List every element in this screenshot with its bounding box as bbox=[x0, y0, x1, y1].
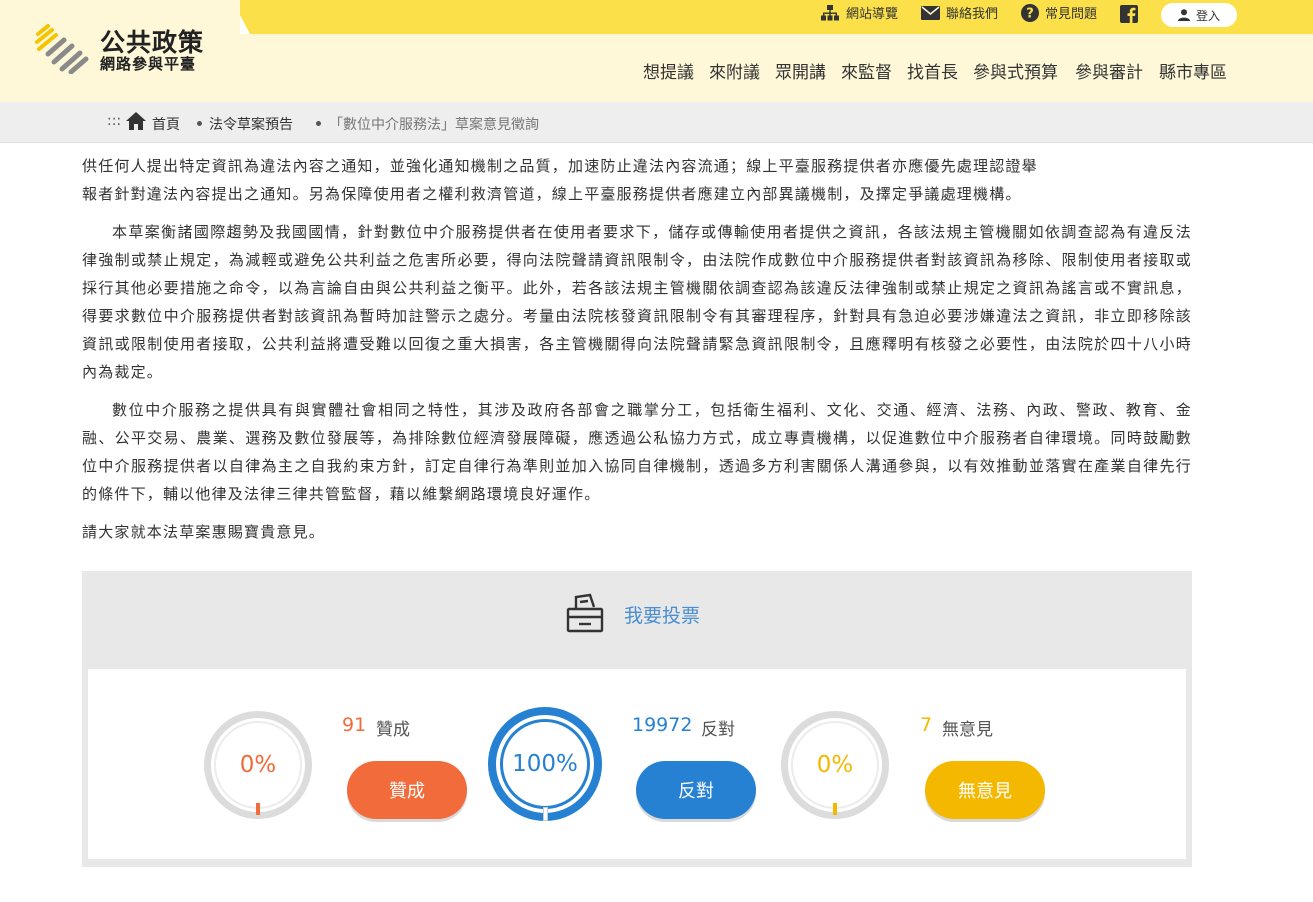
nav-item-propose[interactable]: 想提議 bbox=[643, 58, 694, 83]
facebook-link[interactable] bbox=[1120, 5, 1144, 23]
nav-item-supervise[interactable]: 來監督 bbox=[841, 58, 892, 83]
user-icon bbox=[1177, 9, 1190, 21]
oppose-gauge: 100% bbox=[488, 707, 602, 821]
breadcrumb: ::: 首頁 法令草案預告 「數位中介服務法」草案意見徵詢 bbox=[0, 102, 1313, 143]
site-subtitle: 網路參與平臺 bbox=[100, 55, 197, 73]
nav-item-budget[interactable]: 參與式預算 bbox=[973, 58, 1058, 83]
contact-link[interactable]: 聯絡我們 bbox=[921, 3, 998, 22]
neutral-button[interactable]: 無意見 bbox=[925, 761, 1045, 819]
breadcrumb-drafts[interactable]: 法令草案預告 bbox=[209, 114, 293, 134]
question-circle-icon: ? bbox=[1021, 3, 1039, 22]
agree-count-label: 贊成 bbox=[376, 720, 410, 740]
svg-text:?: ? bbox=[1026, 6, 1034, 21]
article-paragraph-2: 數位中介服務之提供具有與實體社會相同之特性，其涉及政府各部會之職掌分工，包括衛生… bbox=[82, 401, 1192, 503]
article-partial-line: 供任何人提出特定資訊為違法內容之通知，並強化通知機制之品質，加速防止違法內容流通… bbox=[82, 157, 1038, 175]
breadcrumb-marker: ::: bbox=[107, 113, 122, 129]
oppose-gauge-inner bbox=[500, 719, 590, 809]
nav-item-audit[interactable]: 參與審計 bbox=[1075, 58, 1143, 83]
article-body: 供任何人提出特定資訊為違法內容之通知，並強化通知機制之品質，加速防止違法內容流通… bbox=[82, 152, 1192, 546]
breadcrumb-current: 「數位中介服務法」草案意見徵詢 bbox=[329, 117, 539, 133]
faq-label: 常見問題 bbox=[1045, 7, 1098, 22]
home-icon[interactable] bbox=[126, 112, 146, 130]
login-button[interactable]: 登入 bbox=[1161, 3, 1237, 27]
envelope-icon bbox=[921, 5, 940, 20]
site-logo[interactable] bbox=[34, 24, 90, 74]
article-paragraph-1: 本草案衡諸國際趨勢及我國國情，針對數位中介服務提供者在使用者要求下，儲存或傳輸使… bbox=[82, 223, 1192, 381]
agree-button-label: 贊成 bbox=[389, 781, 425, 802]
oppose-count-label: 反對 bbox=[701, 720, 735, 740]
agree-count: 91 bbox=[342, 714, 367, 736]
neutral-button-label: 無意見 bbox=[958, 781, 1012, 802]
neutral-count: 7 bbox=[920, 714, 933, 736]
nav-item-counties[interactable]: 縣市專區 bbox=[1159, 58, 1227, 83]
vote-panel: 我要投票 0% 91 贊成 贊成 100% 19972 反對 反對 0% 7 無… bbox=[82, 571, 1192, 867]
contact-label: 聯絡我們 bbox=[946, 7, 999, 22]
neutral-gauge-marker bbox=[833, 803, 837, 815]
oppose-button-label: 反對 bbox=[678, 781, 714, 802]
breadcrumb-separator bbox=[316, 121, 321, 126]
breadcrumb-separator bbox=[197, 121, 202, 126]
nav-item-second[interactable]: 來附議 bbox=[709, 58, 760, 83]
login-label: 登入 bbox=[1195, 8, 1220, 23]
facebook-icon bbox=[1120, 5, 1138, 23]
nav-item-forum[interactable]: 眾開講 bbox=[775, 58, 826, 83]
vote-options: 0% 91 贊成 贊成 100% 19972 反對 反對 0% 7 無意見 無意… bbox=[88, 669, 1186, 859]
agree-button[interactable]: 贊成 bbox=[347, 761, 467, 819]
neutral-count-label: 無意見 bbox=[942, 720, 993, 740]
vote-header: 我要投票 bbox=[82, 571, 1192, 669]
oppose-button[interactable]: 反對 bbox=[636, 761, 756, 819]
oppose-count: 19972 bbox=[632, 714, 693, 736]
vote-title: 我要投票 bbox=[624, 605, 701, 627]
neutral-gauge-inner bbox=[791, 721, 879, 809]
agree-gauge-marker bbox=[256, 803, 260, 815]
sitemap-link[interactable]: 網站導覽 bbox=[820, 3, 898, 22]
utility-bar-background bbox=[232, 0, 1313, 34]
sitemap-label: 網站導覽 bbox=[846, 7, 899, 22]
ballot-box-icon bbox=[566, 593, 604, 633]
breadcrumb-home[interactable]: 首頁 bbox=[152, 114, 180, 134]
oppose-gauge-marker bbox=[543, 807, 548, 821]
article-closing: 請大家就本法草案惠賜寶貴意見。 bbox=[82, 523, 326, 541]
nav-item-officials[interactable]: 找首長 bbox=[907, 58, 958, 83]
article-partial-line-2: 報者針對違法內容提出之通知。另為保障使用者之權利救濟管道，線上平臺服務提供者應建… bbox=[82, 185, 1022, 203]
sitemap-icon bbox=[821, 4, 839, 20]
agree-gauge-inner bbox=[214, 721, 302, 809]
faq-link[interactable]: ? 常見問題 bbox=[1021, 3, 1097, 22]
